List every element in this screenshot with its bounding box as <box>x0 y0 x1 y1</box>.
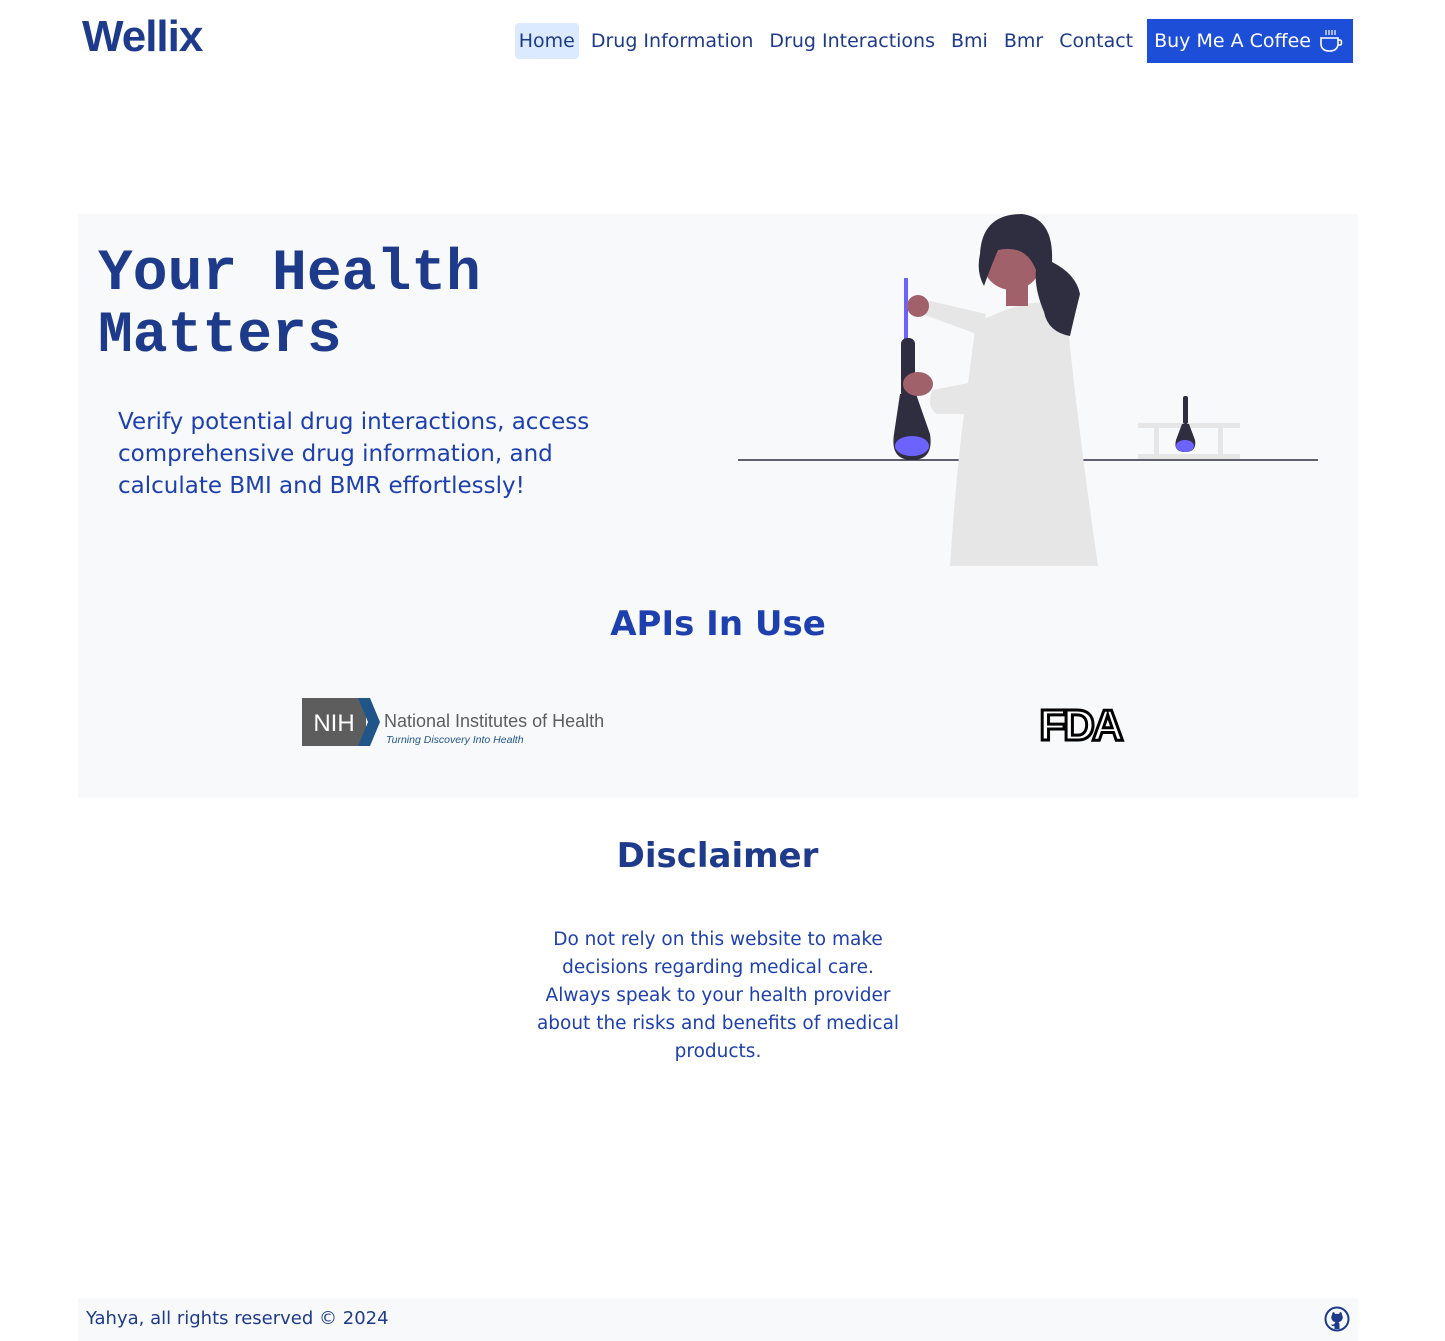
nih-logo[interactable]: NIH National Institutes of Health Turnin… <box>300 696 620 748</box>
nav-link-bmi[interactable]: Bmi <box>947 23 992 59</box>
nav-link-drug-information[interactable]: Drug Information <box>587 23 758 59</box>
nih-logo-abbr: NIH <box>313 710 354 737</box>
nav-link-home[interactable]: Home <box>514 23 579 59</box>
hero-title-line-1: Your Health <box>98 242 481 307</box>
nih-logo-name: National Institutes of Health <box>384 711 604 731</box>
nih-logo-tagline: Turning Discovery Into Health <box>386 734 524 746</box>
buy-me-a-coffee-button[interactable]: Buy Me A Coffee <box>1147 19 1353 63</box>
nav-link-contact[interactable]: Contact <box>1055 23 1137 59</box>
scientist-illustration <box>738 214 1318 566</box>
hero-section: Your Health Matters Verify potential dru… <box>78 214 1358 566</box>
apis-section: APIs In Use NIH National Institutes of H… <box>78 566 1358 798</box>
hero-title: Your Health Matters <box>98 244 481 368</box>
nav-link-drug-interactions[interactable]: Drug Interactions <box>765 23 939 59</box>
footer-copyright: Yahya, all rights reserved © 2024 <box>86 1308 389 1329</box>
github-icon[interactable] <box>1324 1306 1350 1332</box>
disclaimer-title: Disclaimer <box>616 836 819 876</box>
fda-logo[interactable]: FDA <box>1024 698 1136 747</box>
footer: Yahya, all rights reserved © 2024 <box>78 1298 1358 1341</box>
nav-links: Home Drug Information Drug Interactions … <box>511 19 1353 63</box>
disclaimer-text: Do not rely on this website to make deci… <box>536 929 900 1062</box>
hero-subtitle: Verify potential drug interactions, acce… <box>118 409 590 499</box>
fda-logo-abbr: FDA <box>1039 701 1123 746</box>
brand-logo[interactable]: Wellix <box>82 12 203 62</box>
nav-link-bmr[interactable]: Bmr <box>1000 23 1047 59</box>
apis-title: APIs In Use <box>610 604 826 644</box>
top-navbar: Wellix Home Drug Information Drug Intera… <box>0 0 1445 82</box>
coffee-cup-icon <box>1320 30 1343 52</box>
hero-title-line-2: Matters <box>98 304 342 369</box>
coffee-button-label: Buy Me A Coffee <box>1154 30 1311 52</box>
